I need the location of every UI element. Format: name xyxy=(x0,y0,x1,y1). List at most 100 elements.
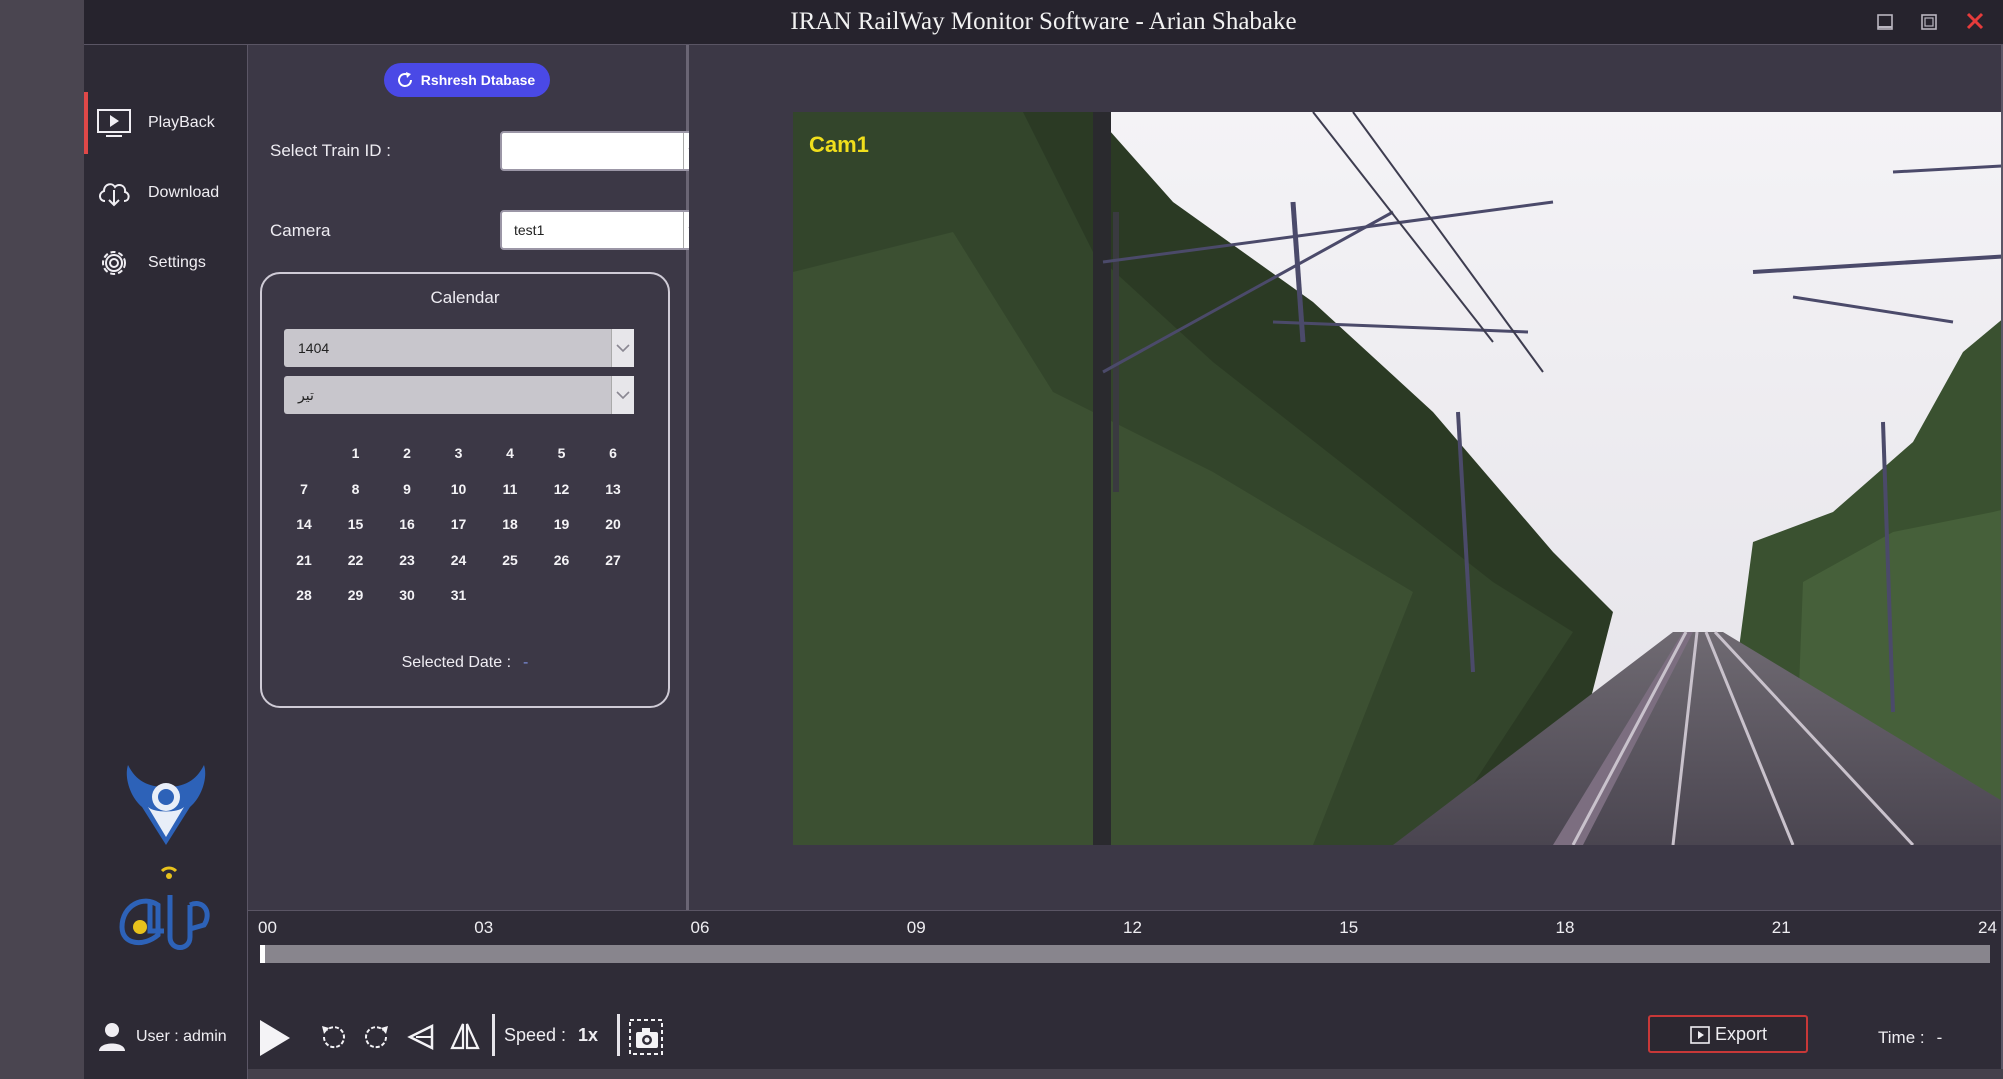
reverse-play-icon[interactable] xyxy=(406,1022,436,1052)
calendar-day[interactable]: 20 xyxy=(593,510,633,538)
refresh-button-label: Rshresh Dtabase xyxy=(420,72,536,88)
close-icon[interactable] xyxy=(1960,8,1990,36)
title-bar: IRAN RailWay Monitor Software - Arian Sh… xyxy=(84,0,2003,45)
video-frame-image xyxy=(793,112,2003,845)
rewind-icon[interactable] xyxy=(318,1022,348,1052)
app-window: IRAN RailWay Monitor Software - Arian Sh… xyxy=(84,0,2003,1079)
sidebar-item-label: Download xyxy=(148,184,220,201)
selected-date-label: Selected Date : xyxy=(401,654,512,671)
calendar-day[interactable]: 19 xyxy=(542,510,582,538)
calendar-day[interactable]: 7 xyxy=(284,475,324,503)
forward-icon[interactable] xyxy=(362,1022,392,1052)
calendar-day[interactable]: 12 xyxy=(542,475,582,503)
calendar-day[interactable]: 27 xyxy=(593,546,633,574)
train-id-select[interactable] xyxy=(500,131,708,171)
timeline-tick-label: 15 xyxy=(1339,918,1359,937)
calendar-day[interactable]: 31 xyxy=(439,581,479,609)
time-value: - xyxy=(1936,1028,1943,1047)
calendar-day[interactable]: 17 xyxy=(439,510,479,538)
time-label: Time : xyxy=(1878,1028,1925,1047)
calendar-day[interactable]: 28 xyxy=(284,581,324,609)
user-icon xyxy=(99,1023,125,1051)
user-label: User : admin xyxy=(136,1028,227,1045)
calendar-day[interactable]: 26 xyxy=(542,546,582,574)
sidebar: PlayBack Download Settings User: admin xyxy=(84,45,248,1079)
camera-overlay-label: Cam1 xyxy=(809,132,869,157)
calendar-day[interactable]: 1 xyxy=(336,439,376,467)
camera-value: test1 xyxy=(514,222,545,238)
train-id-label: Select Train ID : xyxy=(270,141,391,160)
monitor-play-icon xyxy=(97,109,131,137)
video-area: Cam1 xyxy=(689,45,2003,910)
camera-select[interactable]: test1 xyxy=(500,210,708,250)
calendar-day[interactable]: 16 xyxy=(387,510,427,538)
calendar-day[interactable]: 3 xyxy=(439,439,479,467)
window-title: IRAN RailWay Monitor Software - Arian Sh… xyxy=(790,8,1297,35)
video-player[interactable]: Cam1 xyxy=(793,112,2003,845)
calendar-day[interactable]: 13 xyxy=(593,475,633,503)
selected-date-value: - xyxy=(523,654,529,671)
speed-value[interactable]: 1x xyxy=(578,1025,598,1046)
timeline-tick-label: 24 xyxy=(1978,918,1997,937)
sidebar-item-playback[interactable]: PlayBack xyxy=(84,92,247,154)
timeline-tick-label: 06 xyxy=(690,918,710,937)
timeline-tick-label: 21 xyxy=(1771,918,1791,937)
refresh-icon xyxy=(398,72,412,87)
calendar-box: Calendar 1404 تیر 1 2 3 4 5 6 7 8 9 10 11 12 13 14 15 1… xyxy=(260,272,670,708)
calendar-title: Calendar xyxy=(430,288,500,307)
timeline: 00 03 06 09 12 15 18 21 24 xyxy=(248,910,2003,971)
month-value: تیر xyxy=(298,387,314,403)
refresh-database-button[interactable]: Rshresh Dtabase xyxy=(384,63,550,97)
play-icon[interactable] xyxy=(258,1018,292,1058)
flip-icon[interactable] xyxy=(450,1020,480,1052)
selected-date-row: Selected Date :- xyxy=(262,654,668,672)
calendar-day[interactable]: 8 xyxy=(336,475,376,503)
month-select[interactable]: تیر xyxy=(284,376,634,414)
playback-controls: Speed : 1x Export Time :- xyxy=(248,970,2003,1069)
year-value: 1404 xyxy=(298,340,330,356)
timeline-tick-label: 00 xyxy=(258,918,277,937)
sidebar-item-label: PlayBack xyxy=(148,114,215,131)
divider xyxy=(248,1069,2003,1079)
time-readout: Time :- xyxy=(1878,1028,1942,1048)
sidebar-item-settings[interactable]: Settings xyxy=(84,232,247,294)
calendar-day[interactable]: 6 xyxy=(593,439,633,467)
timeline-tick-label: 18 xyxy=(1555,918,1575,937)
calendar-day[interactable]: 5 xyxy=(542,439,582,467)
calendar-day[interactable]: 30 xyxy=(387,581,427,609)
gear-icon xyxy=(102,251,126,275)
control-panel: Rshresh Dtabase Select Train ID : Camera… xyxy=(248,45,708,910)
railway-emblem-logo xyxy=(126,765,206,845)
calendar-day[interactable]: 14 xyxy=(284,510,324,538)
calendar-day[interactable]: 24 xyxy=(439,546,479,574)
separator xyxy=(617,1014,620,1056)
maximize-icon[interactable] xyxy=(1914,8,1944,36)
calendar-day[interactable]: 21 xyxy=(284,546,324,574)
chevron-down-icon[interactable] xyxy=(611,329,634,367)
camera-label: Camera xyxy=(270,221,331,240)
year-select[interactable]: 1404 xyxy=(284,329,634,367)
export-button[interactable]: Export xyxy=(1648,1015,1808,1053)
calendar-day[interactable]: 4 xyxy=(490,439,530,467)
timeline-tick-label: 03 xyxy=(474,918,494,937)
calendar-day[interactable]: 29 xyxy=(336,581,376,609)
sidebar-item-download[interactable]: Download xyxy=(84,162,247,224)
sidebar-item-label: Settings xyxy=(148,254,206,271)
separator xyxy=(492,1014,495,1056)
calendar-day[interactable]: 10 xyxy=(439,475,479,503)
calendar-day[interactable]: 18 xyxy=(490,510,530,538)
chevron-down-icon[interactable] xyxy=(611,376,634,414)
calendar-day[interactable]: 22 xyxy=(336,546,376,574)
minimize-icon[interactable] xyxy=(1870,8,1900,36)
snapshot-icon[interactable] xyxy=(628,1018,664,1056)
timeline-playhead[interactable] xyxy=(260,945,265,963)
calendar-day[interactable]: 11 xyxy=(490,475,530,503)
calendar-day[interactable]: 9 xyxy=(387,475,427,503)
company-logo xyxy=(119,866,210,950)
calendar-day[interactable]: 2 xyxy=(387,439,427,467)
calendar-day[interactable]: 25 xyxy=(490,546,530,574)
video-file-icon xyxy=(1690,1026,1710,1044)
timeline-track[interactable] xyxy=(260,945,1990,963)
calendar-day[interactable]: 23 xyxy=(387,546,427,574)
calendar-day[interactable]: 15 xyxy=(336,510,376,538)
